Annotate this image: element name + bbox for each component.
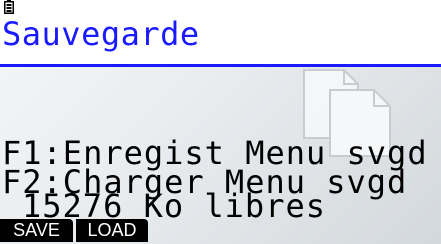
status-bar <box>0 0 441 14</box>
free-memory-text: 15276 Ko libres <box>22 187 326 225</box>
function-key-bar: SAVE LOAD <box>0 219 441 244</box>
battery-icon <box>4 0 14 14</box>
load-button[interactable]: LOAD <box>76 219 148 242</box>
save-button[interactable]: SAVE <box>0 219 73 242</box>
page-title: Sauvegarde <box>2 15 200 53</box>
calculator-screen: Sauvegarde F1:Enregist Menu svgd F2:Char… <box>0 0 441 244</box>
